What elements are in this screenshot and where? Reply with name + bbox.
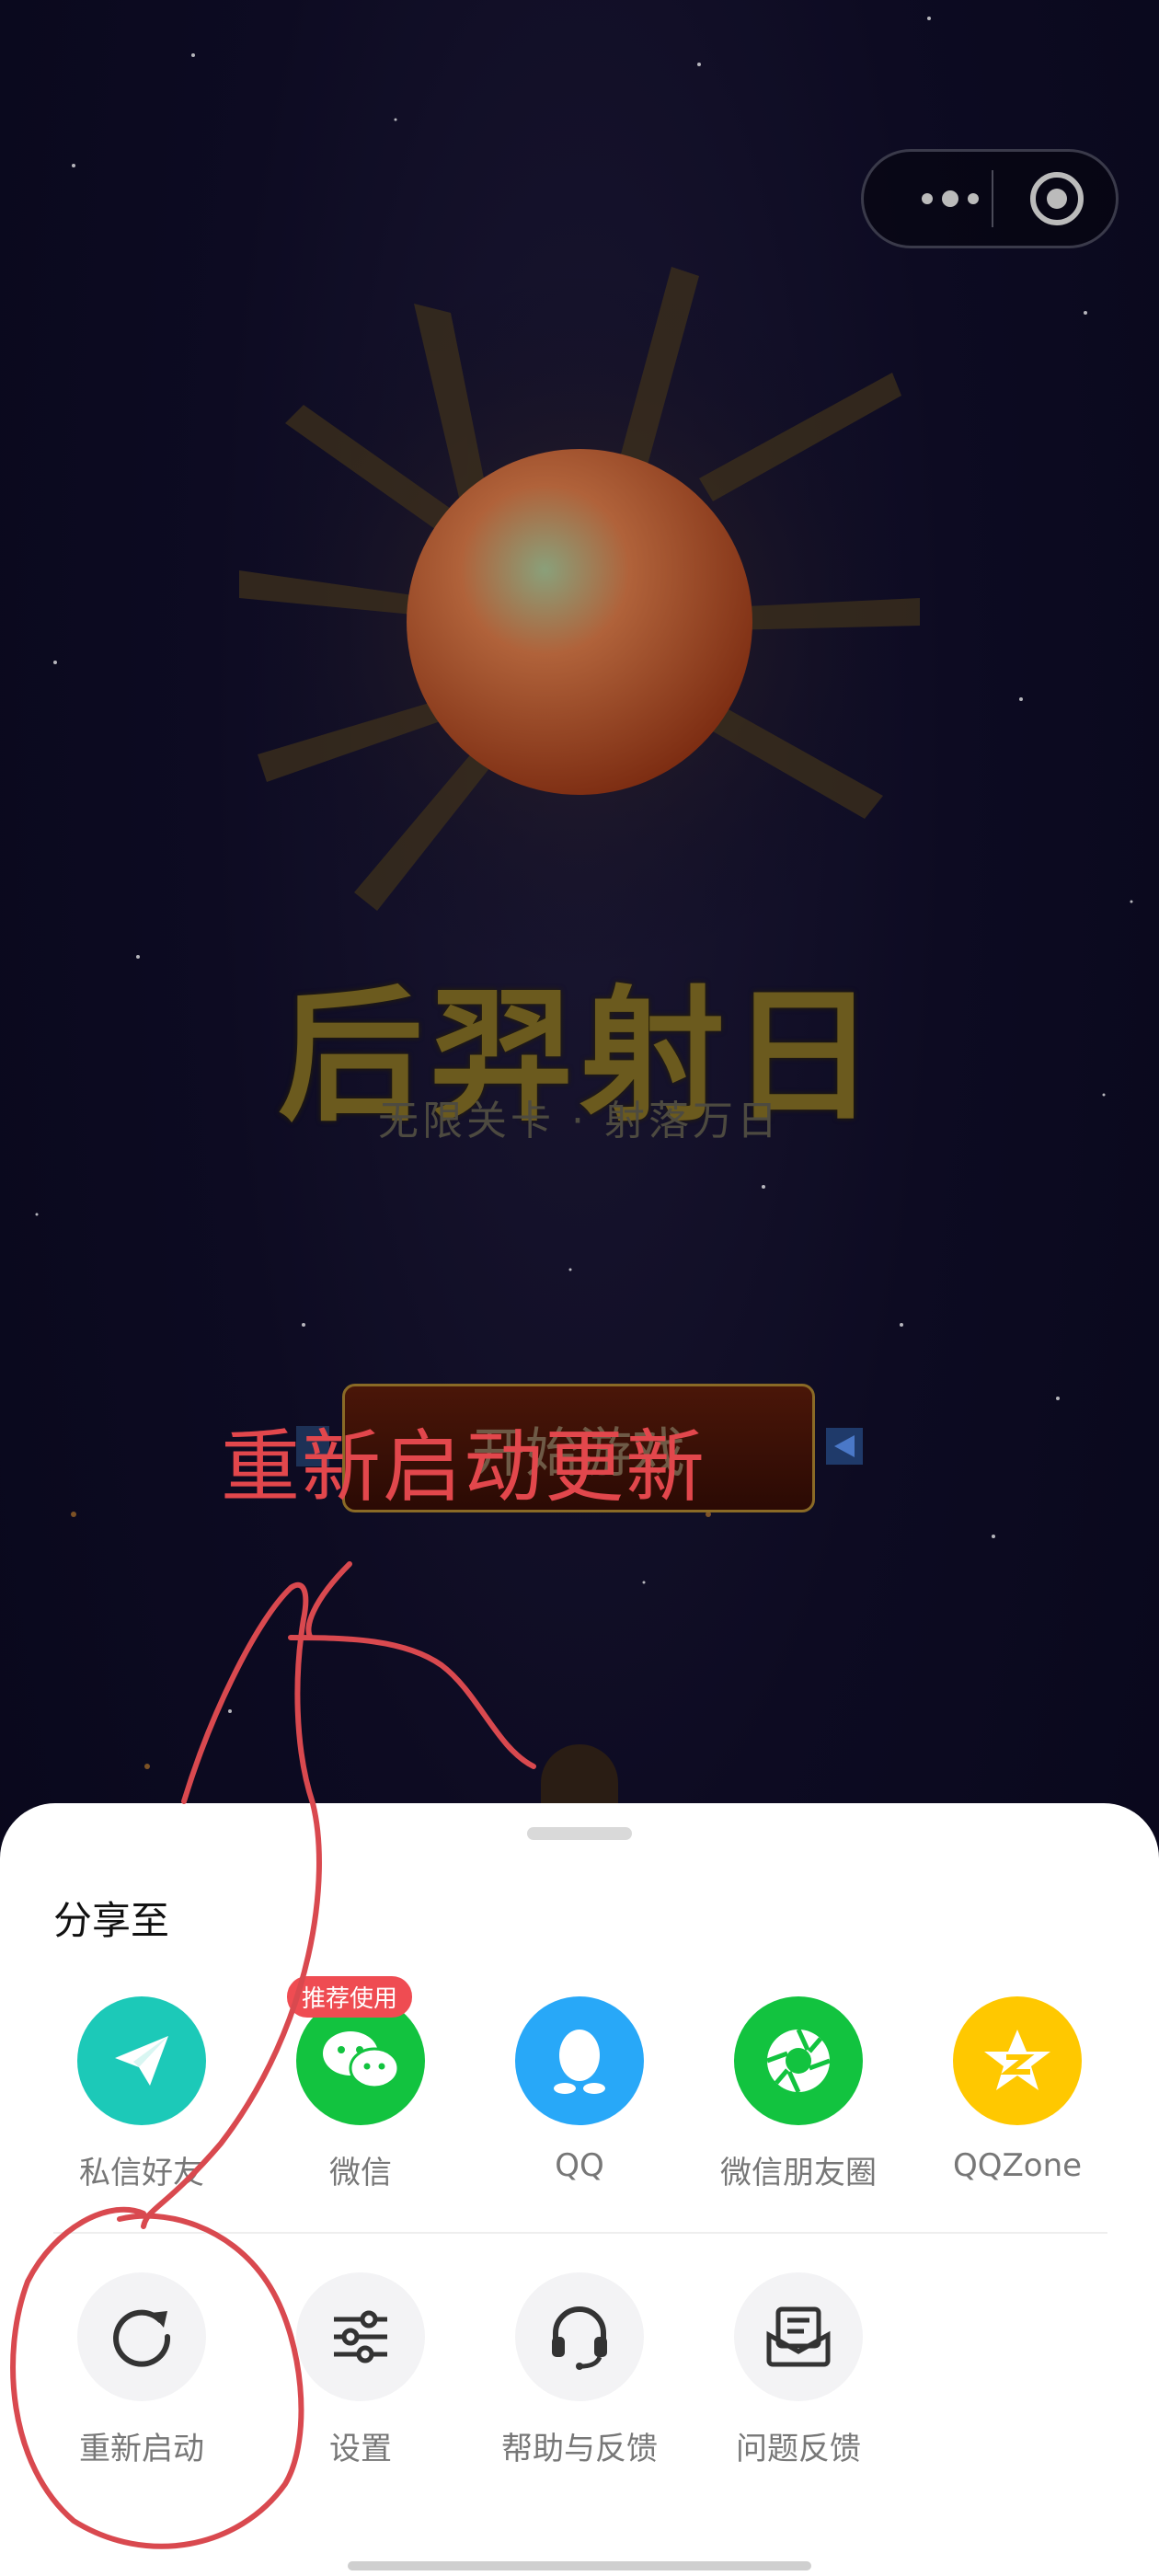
share-item-label: 微信	[329, 2155, 392, 2191]
share-item-label: QQ	[555, 2147, 604, 2184]
annotation-text: 重新启动更新	[221, 1421, 706, 1513]
action-label: 设置	[329, 2431, 392, 2467]
recommended-badge: 推荐使用	[287, 1976, 413, 2018]
sheet-drag-handle[interactable]	[527, 1827, 632, 1840]
action-settings[interactable]: 设置	[250, 2272, 471, 2468]
more-icon[interactable]	[895, 152, 1005, 246]
paper-plane-icon	[77, 1996, 206, 2125]
qq-penguin-icon	[515, 1996, 644, 2125]
wechat-icon: 推荐使用	[287, 1976, 425, 2125]
action-label: 帮助与反馈	[501, 2431, 658, 2467]
game-subtitle: 无限关卡 · 射落万日	[378, 1098, 781, 1144]
right-arrow-icon	[826, 1428, 863, 1465]
share-item-label: QQZone	[952, 2147, 1083, 2184]
share-item-wechat[interactable]: 推荐使用 微信	[250, 1976, 471, 2192]
miniprogram-capsule	[861, 149, 1119, 248]
share-item-label: 微信朋友圈	[720, 2155, 877, 2191]
section-divider	[53, 2232, 1107, 2234]
share-item-qqzone[interactable]: QQZone	[907, 1996, 1128, 2184]
headset-icon	[515, 2272, 644, 2401]
qzone-star-icon	[953, 1996, 1082, 2125]
home-indicator	[348, 2561, 811, 2570]
action-label: 重新启动	[79, 2431, 204, 2467]
action-help-feedback[interactable]: 帮助与反馈	[469, 2272, 690, 2468]
restart-icon	[77, 2272, 206, 2401]
share-sheet: 分享至 私信好友 推荐使用 微信 QQ 微信朋友圈 QQZone 重新启动 设置…	[0, 1803, 1159, 2576]
settings-sliders-icon	[296, 2272, 425, 2401]
action-restart[interactable]: 重新启动	[31, 2272, 252, 2468]
share-item-label: 私信好友	[79, 2155, 204, 2191]
feedback-envelope-icon	[734, 2272, 863, 2401]
share-sheet-title: 分享至	[53, 1898, 170, 1943]
close-target-icon[interactable]	[1002, 152, 1112, 246]
share-item-qq[interactable]: QQ	[469, 1996, 690, 2184]
action-issue-feedback[interactable]: 问题反馈	[688, 2272, 909, 2468]
moments-aperture-icon	[734, 1996, 863, 2125]
share-item-moments[interactable]: 微信朋友圈	[688, 1996, 909, 2192]
share-item-private-message[interactable]: 私信好友	[31, 1996, 252, 2192]
capsule-divider	[992, 170, 993, 227]
sun-illustration	[184, 267, 975, 972]
action-label: 问题反馈	[736, 2431, 861, 2467]
